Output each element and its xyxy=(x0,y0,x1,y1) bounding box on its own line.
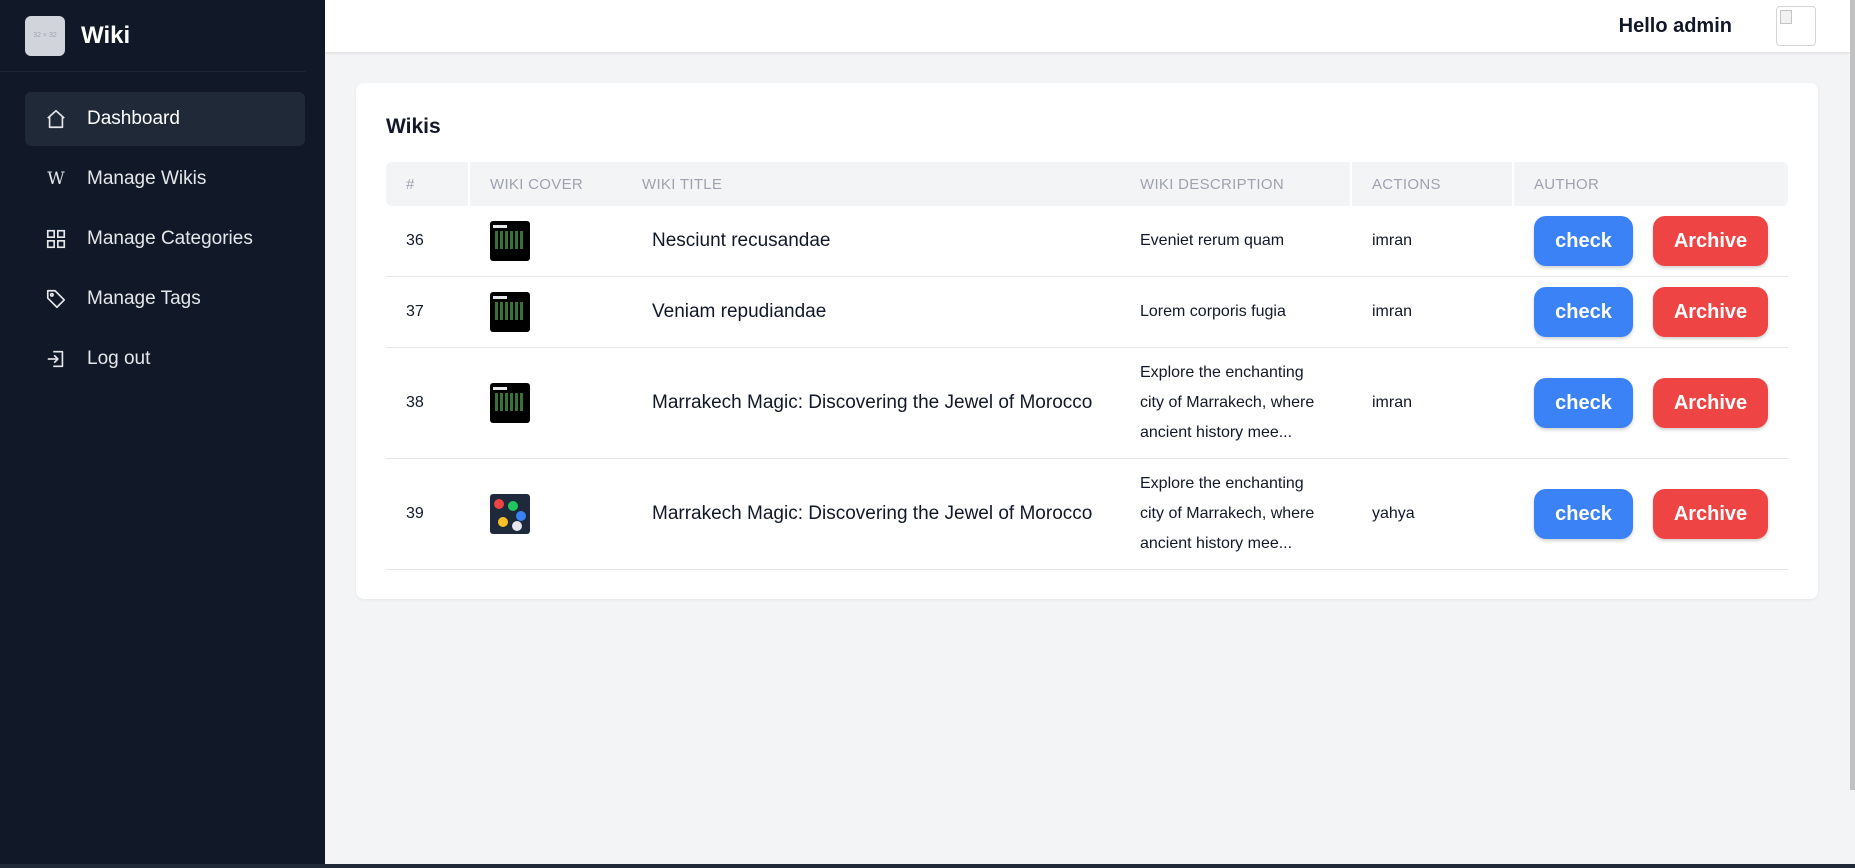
wiki-author: imran xyxy=(1372,232,1413,249)
wiki-title: Marrakech Magic: Discovering the Jewel o… xyxy=(652,392,1093,413)
sidebar-item-label: Dashboard xyxy=(87,108,180,129)
table-header: # WIKI COVER WIKI TITLE WIKI DESCRIPTION… xyxy=(386,162,1788,206)
wiki-cover-image xyxy=(490,383,530,423)
avatar[interactable] xyxy=(1776,6,1816,46)
logout-icon xyxy=(45,348,67,370)
table-row: 38 Marrakech Magic: Discovering the Jewe… xyxy=(386,348,1788,459)
sidebar-item-manage-wikis[interactable]: W Manage Wikis xyxy=(25,152,305,206)
greeting-text: Hello admin xyxy=(1618,14,1732,37)
column-header-actions: ACTIONS xyxy=(1352,162,1514,206)
archive-button[interactable]: Archive xyxy=(1653,378,1768,428)
archive-button[interactable]: Archive xyxy=(1653,216,1768,266)
wiki-description: Eveniet rerum quam xyxy=(1140,232,1285,249)
scrollbar[interactable] xyxy=(1850,0,1855,790)
column-header-description: WIKI DESCRIPTION xyxy=(1120,162,1352,206)
check-button[interactable]: check xyxy=(1534,287,1633,337)
wiki-title: Veniam repudiandae xyxy=(652,301,827,322)
grid-icon xyxy=(45,228,67,250)
w-icon: W xyxy=(47,169,65,189)
column-header-cover: WIKI COVER xyxy=(490,175,584,193)
wiki-author: yahya xyxy=(1372,505,1415,522)
sidebar-nav: Dashboard W Manage Wikis Manage Categori… xyxy=(0,72,325,386)
check-button[interactable]: check xyxy=(1534,378,1633,428)
top-bar: Hello admin xyxy=(325,0,1850,52)
sidebar: 32 × 32 Wiki Dashboard W Manage Wikis Ma… xyxy=(0,0,325,868)
wiki-title: Marrakech Magic: Discovering the Jewel o… xyxy=(652,503,1093,524)
wikis-table: # WIKI COVER WIKI TITLE WIKI DESCRIPTION… xyxy=(386,162,1788,570)
home-icon xyxy=(45,108,67,130)
wiki-author: imran xyxy=(1372,303,1413,320)
tag-icon xyxy=(45,288,67,310)
wiki-cover-image xyxy=(490,221,530,261)
sidebar-item-logout[interactable]: Log out xyxy=(25,332,305,386)
window-bottom-edge xyxy=(0,864,1855,868)
archive-button[interactable]: Archive xyxy=(1653,287,1768,337)
wiki-id: 39 xyxy=(406,505,424,522)
check-button[interactable]: check xyxy=(1534,489,1633,539)
wiki-id: 38 xyxy=(406,394,424,411)
archive-button[interactable]: Archive xyxy=(1653,489,1768,539)
sidebar-item-label: Log out xyxy=(87,348,151,369)
wiki-cover-image xyxy=(490,494,530,534)
wiki-description: Explore the enchanting city of Marrakech… xyxy=(1140,475,1315,552)
sidebar-item-manage-categories[interactable]: Manage Categories xyxy=(25,212,305,266)
column-header-title: WIKI TITLE xyxy=(642,175,723,193)
page-title: Wikis xyxy=(386,115,441,138)
column-header-author: AUTHOR xyxy=(1534,175,1600,193)
wiki-cover-image xyxy=(490,292,530,332)
sidebar-item-label: Manage Wikis xyxy=(87,168,207,189)
wiki-title: Nesciunt recusandae xyxy=(652,230,831,251)
wikis-card: Wikis # WIKI COVER WIKI TITLE WIKI DESCR… xyxy=(356,83,1818,599)
logo-placeholder: 32 × 32 xyxy=(25,15,65,56)
wiki-id: 36 xyxy=(406,232,424,249)
wiki-description: Explore the enchanting city of Marrakech… xyxy=(1140,364,1315,441)
column-header-id: # xyxy=(386,162,470,206)
sidebar-item-dashboard[interactable]: Dashboard xyxy=(25,92,305,146)
sidebar-item-label: Manage Tags xyxy=(87,288,201,309)
sidebar-item-manage-tags[interactable]: Manage Tags xyxy=(25,272,305,326)
wiki-author: imran xyxy=(1372,394,1413,411)
check-button[interactable]: check xyxy=(1534,216,1633,266)
brand-name[interactable]: Wiki xyxy=(81,22,130,50)
table-row: 39 Marrakech Magic: Discovering the Jewe… xyxy=(386,459,1788,570)
table-row: 36 Nesciunt recusandae Eveniet rerum qua… xyxy=(386,206,1788,277)
brand: 32 × 32 Wiki xyxy=(0,0,305,72)
wiki-description: Lorem corporis fugia xyxy=(1140,303,1286,320)
table-row: 37 Veniam repudiandae Lorem corporis fug… xyxy=(386,277,1788,348)
wiki-id: 37 xyxy=(406,303,424,320)
sidebar-item-label: Manage Categories xyxy=(87,228,253,249)
